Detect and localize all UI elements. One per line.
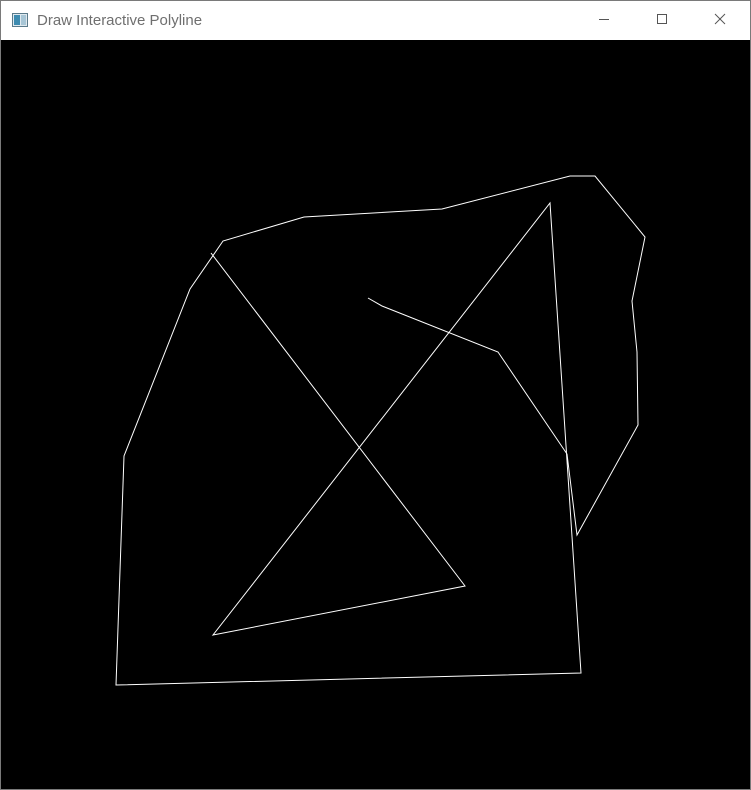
polyline-canvas-svg (115, 175, 646, 686)
polyline (115, 175, 646, 686)
title-bar[interactable]: Draw Interactive Polyline (1, 1, 750, 40)
minimize-icon (598, 12, 610, 30)
maximize-icon (656, 12, 668, 30)
drawing-canvas[interactable] (1, 40, 750, 789)
minimize-button[interactable] (575, 1, 633, 40)
app-window-icon (12, 13, 28, 27)
close-icon (714, 12, 726, 30)
maximize-button[interactable] (633, 1, 691, 40)
app-window: Draw Interactive Polyline (0, 0, 751, 790)
close-button[interactable] (691, 1, 749, 40)
window-title: Draw Interactive Polyline (37, 12, 203, 29)
